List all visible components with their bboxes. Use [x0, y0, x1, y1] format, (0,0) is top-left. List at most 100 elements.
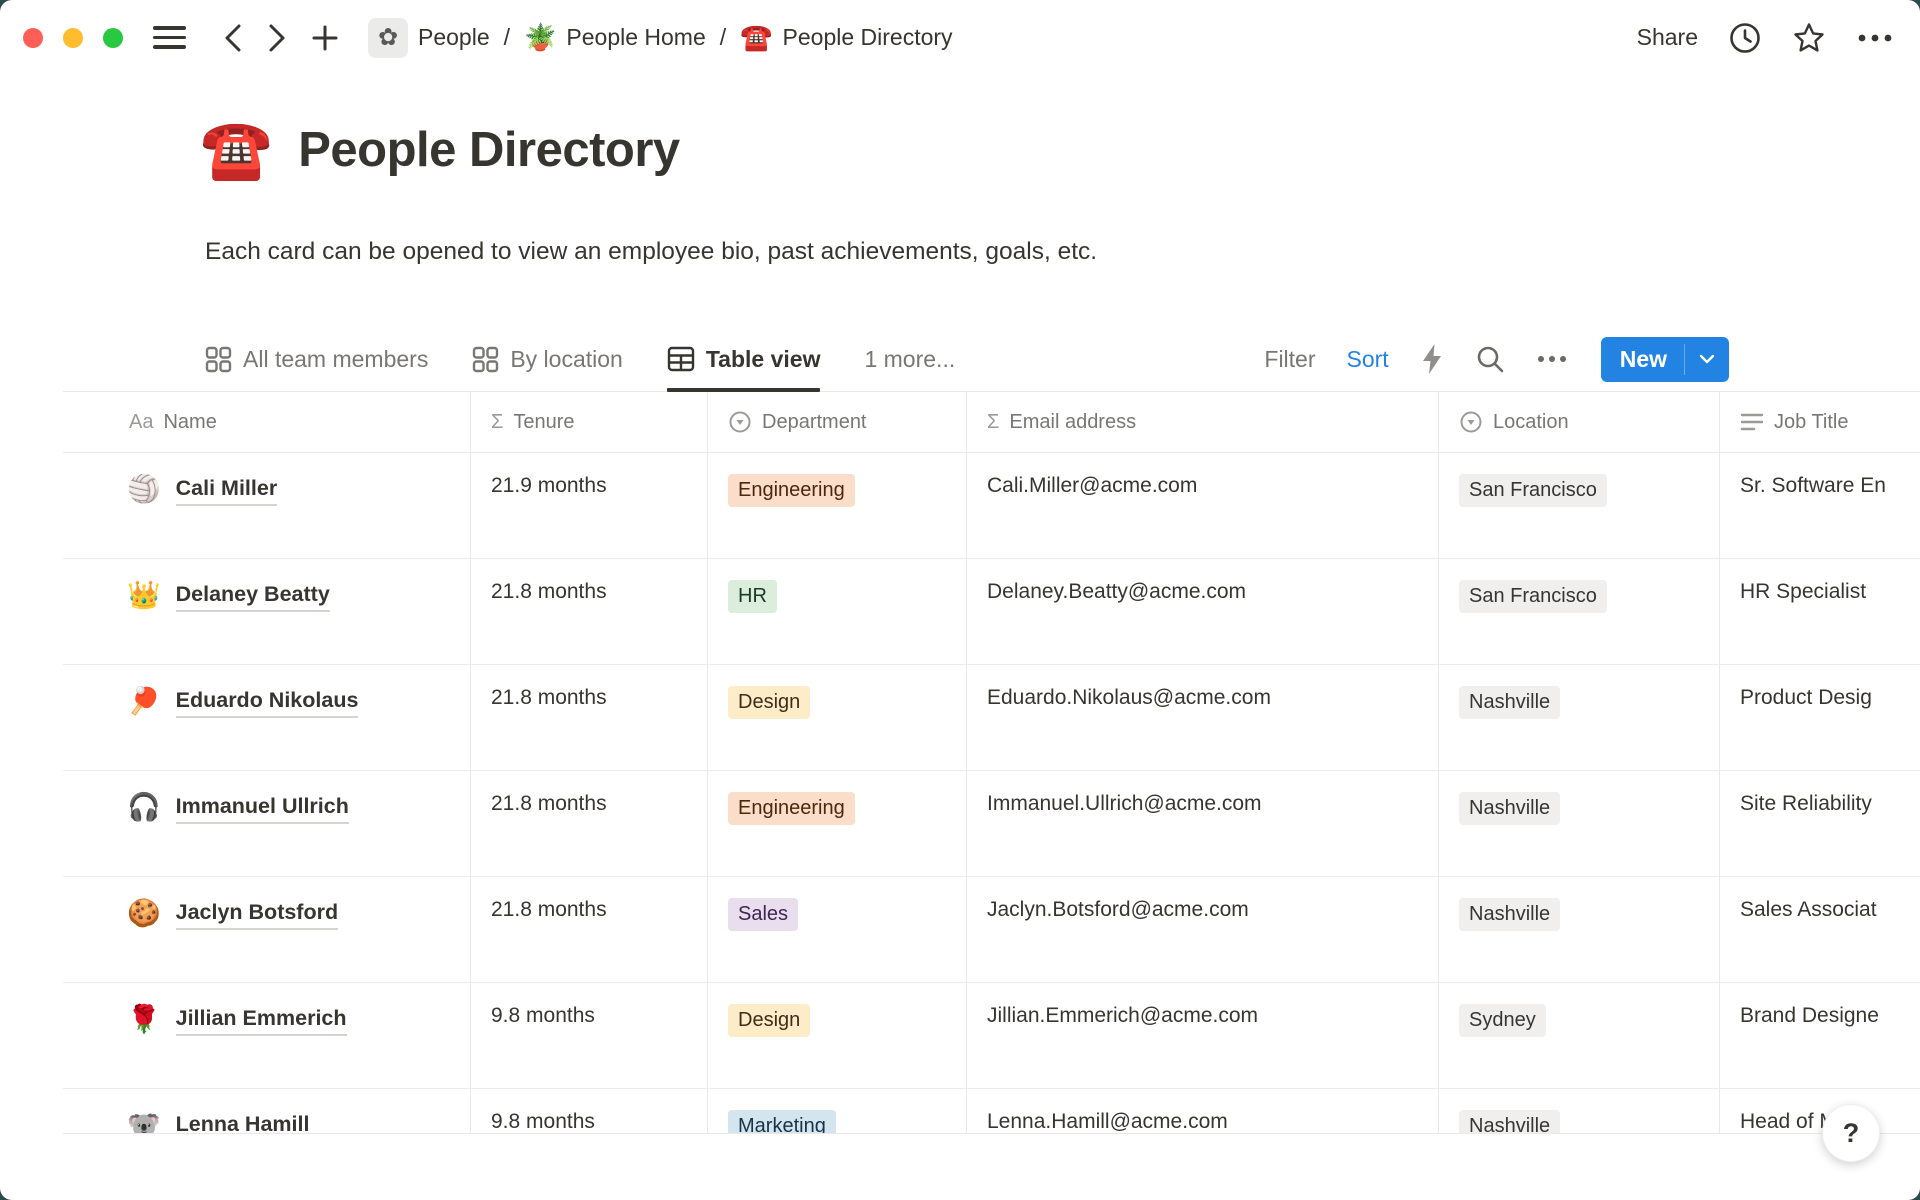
tab-table-view[interactable]: Table view: [667, 327, 821, 391]
select-type-icon: [1459, 410, 1483, 434]
breadcrumb-item-people[interactable]: ✿ People: [368, 18, 490, 58]
tenure-cell[interactable]: 21.8 months: [471, 559, 708, 664]
zoom-window-button[interactable]: [103, 28, 123, 48]
tenure-cell[interactable]: 21.9 months: [471, 453, 708, 558]
column-header-email[interactable]: Σ Email address: [967, 392, 1439, 452]
name-cell[interactable]: 🐨 Lenna Hamill: [63, 1089, 471, 1134]
department-cell[interactable]: Engineering: [708, 771, 967, 876]
new-page-icon[interactable]: [306, 19, 344, 57]
job-title-cell[interactable]: Sr. Software En: [1720, 453, 1920, 558]
potted-plant-icon: 🪴: [524, 22, 556, 53]
tenure-cell[interactable]: 21.8 months: [471, 877, 708, 982]
person-name-link[interactable]: Eduardo Nikolaus: [176, 686, 359, 718]
tab-label: All team members: [243, 346, 428, 373]
column-label: Job Title: [1774, 411, 1848, 434]
name-cell[interactable]: 🌹 Jillian Emmerich: [63, 983, 471, 1088]
back-icon[interactable]: [218, 18, 248, 58]
email-cell[interactable]: Immanuel.Ullrich@acme.com: [967, 771, 1439, 876]
new-record-split-button: New: [1601, 337, 1729, 382]
email-cell[interactable]: Lenna.Hamill@acme.com: [967, 1089, 1439, 1134]
person-name-link[interactable]: Lenna Hamill: [176, 1110, 310, 1134]
name-cell[interactable]: 🏐 Cali Miller: [63, 453, 471, 558]
table-row[interactable]: 🌹 Jillian Emmerich 9.8 months Design Jil…: [63, 983, 1920, 1089]
person-name-link[interactable]: Jaclyn Botsford: [176, 898, 338, 930]
table-row[interactable]: 🍪 Jaclyn Botsford 21.8 months Sales Jacl…: [63, 877, 1920, 983]
location-cell[interactable]: Nashville: [1439, 665, 1720, 770]
department-cell[interactable]: Sales: [708, 877, 967, 982]
tenure-cell[interactable]: 21.8 months: [471, 771, 708, 876]
department-cell[interactable]: HR: [708, 559, 967, 664]
location-cell[interactable]: Nashville: [1439, 771, 1720, 876]
table-body: 🏐 Cali Miller 21.9 months Engineering Ca…: [63, 453, 1920, 1134]
name-cell[interactable]: 🎧 Immanuel Ullrich: [63, 771, 471, 876]
table-row[interactable]: 🎧 Immanuel Ullrich 21.8 months Engineeri…: [63, 771, 1920, 877]
email-cell[interactable]: Cali.Miller@acme.com: [967, 453, 1439, 558]
filter-button[interactable]: Filter: [1264, 346, 1315, 373]
breadcrumb-item-people-home[interactable]: 🪴 People Home: [524, 22, 706, 53]
help-button[interactable]: ?: [1822, 1104, 1880, 1162]
new-button[interactable]: New: [1601, 337, 1684, 382]
tenure-cell[interactable]: 9.8 months: [471, 983, 708, 1088]
tenure-cell[interactable]: 21.8 months: [471, 665, 708, 770]
search-icon[interactable]: [1475, 344, 1505, 374]
column-header-job-title[interactable]: Job Title: [1720, 392, 1920, 452]
sort-button[interactable]: Sort: [1347, 346, 1389, 373]
location-cell[interactable]: San Francisco: [1439, 559, 1720, 664]
name-cell[interactable]: 🍪 Jaclyn Botsford: [63, 877, 471, 982]
name-cell[interactable]: 👑 Delaney Beatty: [63, 559, 471, 664]
view-options-icon[interactable]: [1536, 354, 1568, 364]
breadcrumb-item-people-directory[interactable]: ☎️ People Directory: [740, 22, 952, 53]
more-options-icon[interactable]: [1856, 32, 1894, 44]
page-telephone-icon[interactable]: ☎️: [200, 121, 272, 179]
column-header-name[interactable]: Aa Name: [63, 392, 471, 452]
department-cell[interactable]: Design: [708, 665, 967, 770]
breadcrumb-separator: /: [718, 24, 728, 51]
table-row[interactable]: 👑 Delaney Beatty 21.8 months HR Delaney.…: [63, 559, 1920, 665]
email-cell[interactable]: Jaclyn.Botsford@acme.com: [967, 877, 1439, 982]
department-cell[interactable]: Marketing: [708, 1089, 967, 1134]
job-title-cell[interactable]: Head of Marke: [1720, 1089, 1920, 1134]
tenure-cell[interactable]: 9.8 months: [471, 1089, 708, 1134]
share-button[interactable]: Share: [1637, 24, 1698, 51]
close-window-button[interactable]: [23, 28, 43, 48]
job-title-cell[interactable]: Sales Associat: [1720, 877, 1920, 982]
email-cell[interactable]: Jillian.Emmerich@acme.com: [967, 983, 1439, 1088]
location-cell[interactable]: Sydney: [1439, 983, 1720, 1088]
person-name-link[interactable]: Immanuel Ullrich: [176, 792, 349, 824]
person-name-link[interactable]: Jillian Emmerich: [176, 1004, 347, 1036]
job-title-cell[interactable]: Product Desig: [1720, 665, 1920, 770]
location-cell[interactable]: Nashville: [1439, 877, 1720, 982]
column-label: Location: [1493, 411, 1569, 434]
job-title-cell[interactable]: Brand Designe: [1720, 983, 1920, 1088]
department-badge: Marketing: [728, 1110, 836, 1134]
email-cell[interactable]: Delaney.Beatty@acme.com: [967, 559, 1439, 664]
location-cell[interactable]: San Francisco: [1439, 453, 1720, 558]
history-clock-icon[interactable]: [1728, 21, 1762, 55]
forward-icon[interactable]: [262, 18, 292, 58]
job-title-cell[interactable]: Site Reliability: [1720, 771, 1920, 876]
location-badge: Nashville: [1459, 898, 1560, 931]
automations-bolt-icon[interactable]: [1420, 343, 1444, 375]
person-name-link[interactable]: Delaney Beatty: [176, 580, 330, 612]
department-cell[interactable]: Design: [708, 983, 967, 1088]
favorite-star-icon[interactable]: [1792, 21, 1826, 55]
table-row[interactable]: 🏐 Cali Miller 21.9 months Engineering Ca…: [63, 453, 1920, 559]
table-row[interactable]: 🐨 Lenna Hamill 9.8 months Marketing Lenn…: [63, 1089, 1920, 1134]
column-header-department[interactable]: Department: [708, 392, 967, 452]
department-cell[interactable]: Engineering: [708, 453, 967, 558]
name-cell[interactable]: 🏓 Eduardo Nikolaus: [63, 665, 471, 770]
tab-all-team-members[interactable]: All team members: [205, 327, 428, 391]
column-header-location[interactable]: Location: [1439, 392, 1720, 452]
sidebar-toggle-icon[interactable]: [149, 22, 190, 53]
person-name-link[interactable]: Cali Miller: [176, 474, 278, 506]
telephone-icon: ☎️: [740, 22, 772, 53]
tab-by-location[interactable]: By location: [472, 327, 623, 391]
location-cell[interactable]: Nashville: [1439, 1089, 1720, 1134]
minimize-window-button[interactable]: [63, 28, 83, 48]
new-button-chevron-down-icon[interactable]: [1685, 337, 1729, 382]
column-header-tenure[interactable]: Σ Tenure: [471, 392, 708, 452]
more-views-button[interactable]: 1 more...: [864, 346, 955, 373]
table-row[interactable]: 🏓 Eduardo Nikolaus 21.8 months Design Ed…: [63, 665, 1920, 771]
job-title-cell[interactable]: HR Specialist: [1720, 559, 1920, 664]
email-cell[interactable]: Eduardo.Nikolaus@acme.com: [967, 665, 1439, 770]
